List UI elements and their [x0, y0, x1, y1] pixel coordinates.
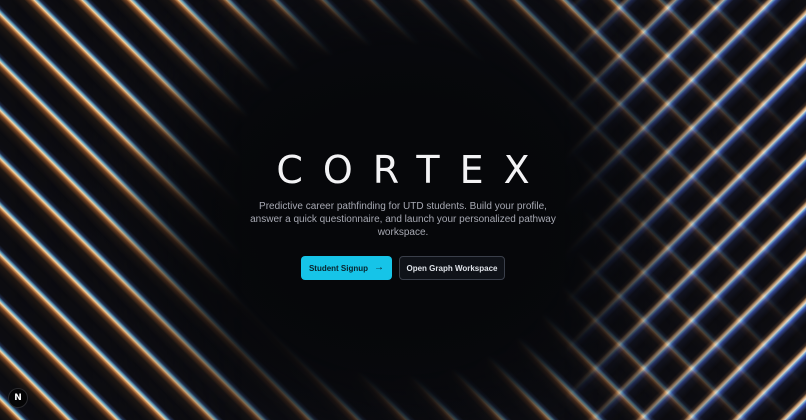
badge-letter: N	[14, 393, 22, 403]
hero-section: CORTEX Predictive career pathfinding for…	[0, 148, 806, 280]
open-graph-workspace-button[interactable]: Open Graph Workspace	[399, 256, 505, 280]
open-graph-workspace-label: Open Graph Workspace	[406, 263, 498, 273]
student-signup-label: Student Signup	[308, 263, 369, 273]
student-signup-button[interactable]: Student Signup →	[301, 256, 392, 280]
arrow-right-icon: →	[374, 262, 385, 273]
landing-page: CORTEX Predictive career pathfinding for…	[0, 0, 806, 420]
hero-actions: Student Signup → Open Graph Workspace	[0, 256, 806, 280]
page-title: CORTEX	[276, 148, 550, 192]
nextjs-logo-icon[interactable]: N	[8, 388, 28, 408]
hero-tagline: Predictive career pathfinding for UTD st…	[250, 201, 556, 238]
